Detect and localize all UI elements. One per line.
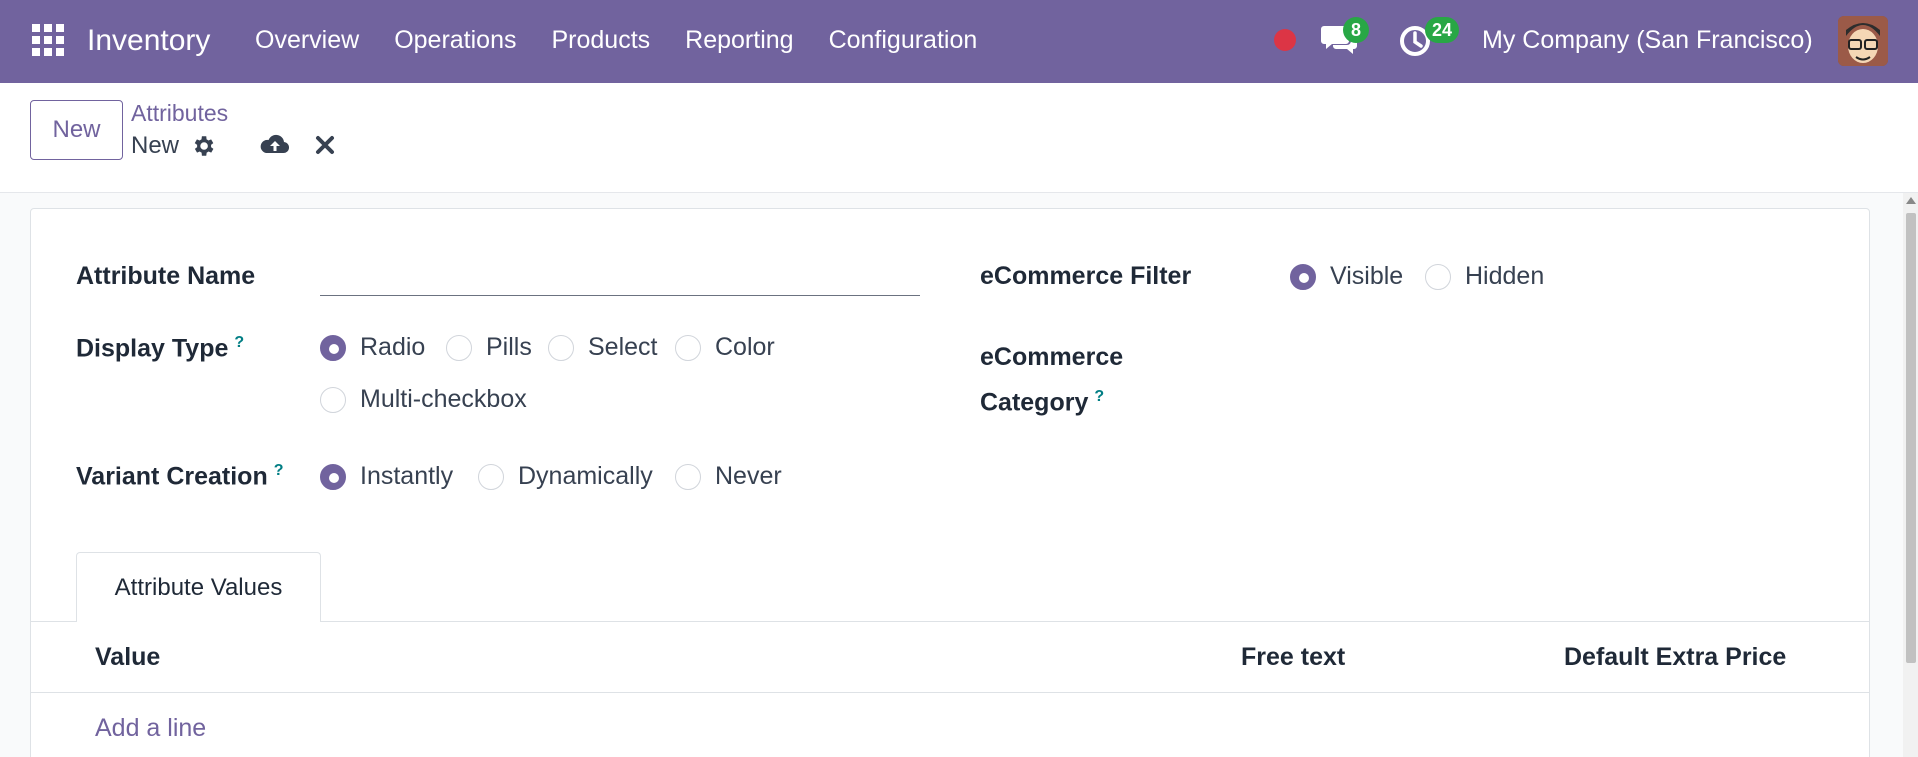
display-type-help-icon[interactable]: ? xyxy=(234,334,244,351)
menu-item-configuration[interactable]: Configuration xyxy=(829,26,978,55)
ecommerce-filter-visible[interactable]: Visible xyxy=(1290,262,1403,291)
radio-unchecked-icon xyxy=(446,334,472,361)
control-panel: New Attributes New xyxy=(0,83,1918,193)
discard-x-icon[interactable] xyxy=(313,133,337,157)
variant-creation-never[interactable]: Never xyxy=(675,462,782,491)
breadcrumb-attributes[interactable]: Attributes xyxy=(131,100,228,127)
radio-unchecked-icon xyxy=(320,386,346,413)
radio-checked-icon xyxy=(320,334,346,361)
display-type-color[interactable]: Color xyxy=(675,333,775,362)
radio-checked-icon xyxy=(1290,263,1316,290)
column-header-free-text[interactable]: Free text xyxy=(1241,643,1345,672)
user-avatar[interactable] xyxy=(1838,16,1888,66)
attribute-name-label: Attribute Name xyxy=(76,262,256,290)
variant-creation-help-icon[interactable]: ? xyxy=(274,462,284,479)
radio-unchecked-icon xyxy=(478,463,504,490)
menu-item-overview[interactable]: Overview xyxy=(255,26,359,55)
scrollbar-thumb[interactable] xyxy=(1906,213,1916,663)
add-a-line-link[interactable]: Add a line xyxy=(95,714,206,743)
display-type-multi-checkbox[interactable]: Multi-checkbox xyxy=(320,385,527,414)
radio-unchecked-icon xyxy=(1425,263,1451,290)
ecommerce-filter-label: eCommerce Filter xyxy=(980,262,1192,290)
record-name: New xyxy=(131,132,180,159)
attribute-name-input[interactable] xyxy=(320,295,920,296)
variant-creation-label: Variant Creation? xyxy=(76,462,284,491)
radio-unchecked-icon xyxy=(675,463,701,490)
variant-creation-dynamically[interactable]: Dynamically xyxy=(478,462,653,491)
form-sheet xyxy=(30,208,1870,757)
scroll-up-arrow-icon[interactable] xyxy=(1906,197,1916,204)
activities-count-badge: 24 xyxy=(1425,17,1460,43)
variant-creation-instantly[interactable]: Instantly xyxy=(320,462,453,491)
column-header-default-extra-price[interactable]: Default Extra Price xyxy=(1564,643,1786,672)
apps-grid-icon[interactable] xyxy=(32,24,64,56)
company-switcher[interactable]: My Company (San Francisco) xyxy=(1482,26,1813,55)
new-button[interactable]: New xyxy=(30,100,123,160)
display-type-select[interactable]: Select xyxy=(548,333,657,362)
menu-item-reporting[interactable]: Reporting xyxy=(685,26,793,55)
menu-item-products[interactable]: Products xyxy=(551,26,650,55)
top-navbar: Inventory Overview Operations Products R… xyxy=(0,0,1918,83)
display-type-pills[interactable]: Pills xyxy=(446,333,532,362)
ecommerce-category-label: eCommerce Category? xyxy=(980,343,1124,417)
table-header-divider xyxy=(31,692,1869,693)
display-type-radio[interactable]: Radio xyxy=(320,333,425,362)
menu-item-operations[interactable]: Operations xyxy=(394,26,516,55)
save-cloud-icon[interactable] xyxy=(259,131,291,159)
radio-checked-icon xyxy=(320,463,346,490)
column-header-value[interactable]: Value xyxy=(95,643,160,672)
gear-icon[interactable] xyxy=(190,133,216,159)
app-name[interactable]: Inventory xyxy=(87,24,210,58)
tab-attribute-values[interactable]: Attribute Values xyxy=(76,552,321,622)
radio-unchecked-icon xyxy=(548,334,574,361)
ecommerce-filter-hidden[interactable]: Hidden xyxy=(1425,262,1544,291)
main-menu: Overview Operations Products Reporting C… xyxy=(255,26,1012,55)
radio-unchecked-icon xyxy=(675,334,701,361)
recording-dot-icon[interactable] xyxy=(1274,29,1296,51)
ecommerce-category-help-icon[interactable]: ? xyxy=(1094,388,1104,405)
display-type-label: Display Type? xyxy=(76,334,245,363)
messages-count-badge: 8 xyxy=(1343,17,1369,43)
